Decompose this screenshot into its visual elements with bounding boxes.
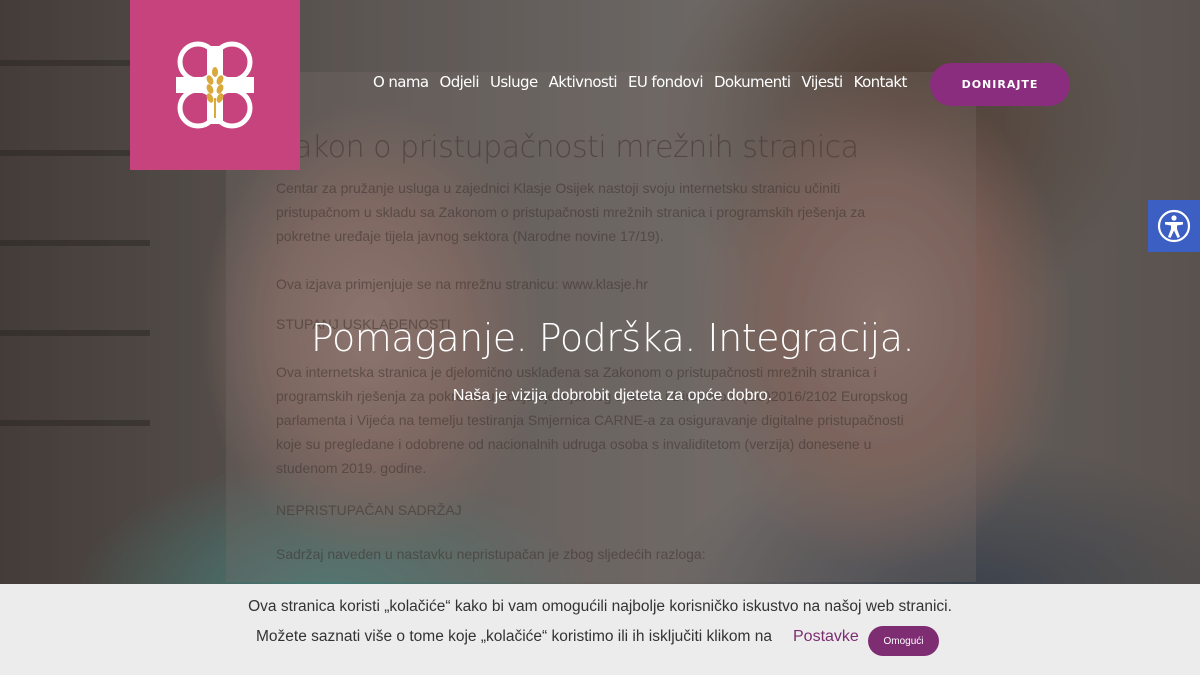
nav-item-vijesti[interactable]: Vijesti xyxy=(801,73,843,91)
nav-item-usluge[interactable]: Usluge xyxy=(490,73,538,91)
clover-cross-wheat-icon xyxy=(176,41,254,129)
accessibility-icon xyxy=(1157,209,1191,243)
cookie-notice-line2: Možete saznati više o tome koje „kolačić… xyxy=(256,628,772,645)
cookie-settings-link[interactable]: Postavke xyxy=(793,628,859,646)
donate-button[interactable]: DONIRAJTE xyxy=(930,63,1070,106)
main-nav: O nama Odjeli Usluge Aktivnosti EU fondo… xyxy=(373,73,907,91)
cookie-notice-line1: Ova stranica koristi „kolačiće“ kako bi … xyxy=(248,598,952,615)
nav-item-kontakt[interactable]: Kontakt xyxy=(854,73,908,91)
statement-url: Ova izjava primjenjuje se na mrežnu stra… xyxy=(276,276,648,292)
nav-item-o-nama[interactable]: O nama xyxy=(373,73,429,91)
hero-title: Pomaganje. Podrška. Integracija. xyxy=(310,316,915,360)
statement-title: Zakon o pristupačnosti mrežnih stranica xyxy=(274,130,859,165)
site-logo[interactable] xyxy=(130,0,300,170)
nav-item-odjeli[interactable]: Odjeli xyxy=(439,73,479,91)
hero-subtitle: Naša je vizija dobrobit djeteta za opće … xyxy=(452,387,773,404)
statement-heading-inaccessible: NEPRISTUPAČAN SADRŽAJ xyxy=(276,502,462,518)
nav-item-dokumenti[interactable]: Dokumenti xyxy=(714,73,791,91)
cookie-accept-button[interactable]: Omogući xyxy=(868,626,939,656)
statement-intro: Centar za pružanje usluga u zajednici Kl… xyxy=(276,180,866,244)
accessibility-button[interactable] xyxy=(1148,200,1200,252)
nav-item-eu-fondovi[interactable]: EU fondovi xyxy=(628,73,704,91)
statement-inaccessible: Sadržaj naveden u nastavku nepristupačan… xyxy=(276,546,706,562)
cookie-banner: Ova stranica koristi „kolačiće“ kako bi … xyxy=(0,584,1200,675)
statement-compliance: Ova internetska stranica je djelomično u… xyxy=(276,364,908,476)
nav-item-aktivnosti[interactable]: Aktivnosti xyxy=(549,73,618,91)
